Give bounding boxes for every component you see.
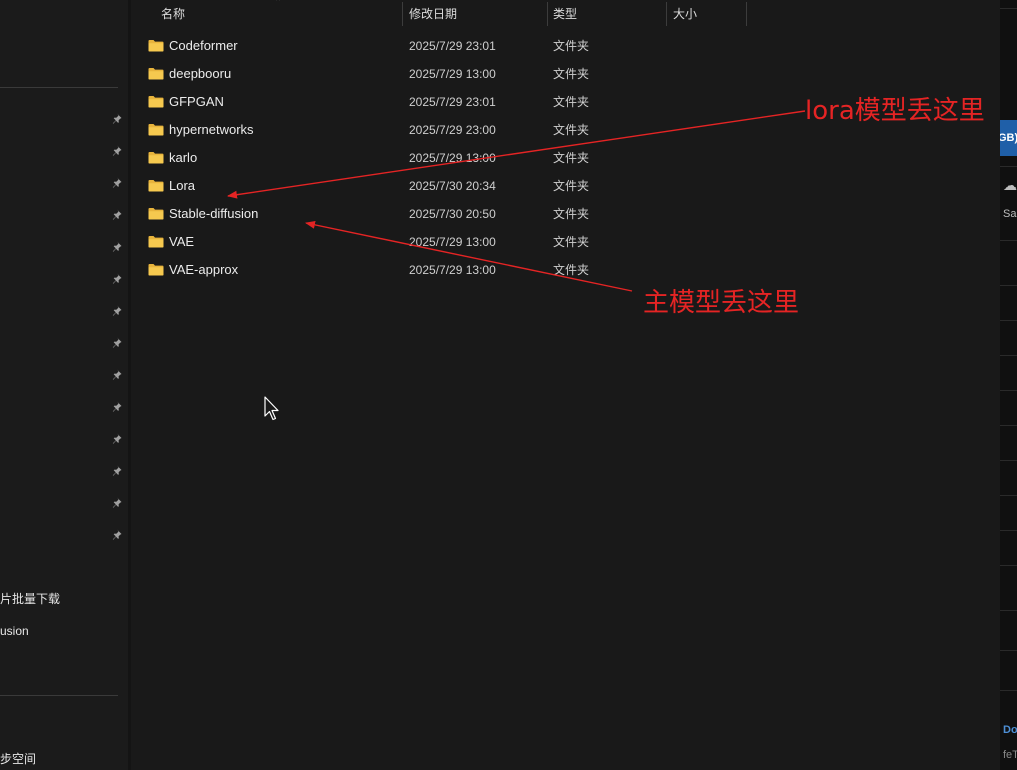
adjacent-window-badge: GB) [1000,120,1017,156]
column-header: ⌃ 名称 修改日期 类型 大小 [131,0,1000,28]
annotation-main-label: 主模型丢这里 [643,288,800,318]
pin-icon[interactable] [112,241,124,253]
pin-icon[interactable] [112,113,124,125]
file-name: hypernetworks [169,122,254,137]
file-modified-date: 2025/7/29 13:00 [409,151,496,165]
folder-icon [148,67,164,80]
file-row[interactable]: Stable-diffusion 2025/7/30 20:50 文件夹 [141,200,741,228]
file-type: 文件夹 [553,263,590,277]
file-modified-date: 2025/7/29 23:01 [409,95,496,109]
column-modified[interactable]: 修改日期 [403,0,547,28]
folder-icon [148,235,164,248]
file-type: 文件夹 [553,123,590,137]
file-name: Codeformer [169,38,238,53]
cloud-icon: ☁ [1003,177,1017,193]
column-separator[interactable] [746,2,747,26]
file-name: deepbooru [169,66,232,81]
annotation-lora-label: lora模型丢这里 [805,96,985,126]
file-row[interactable]: VAE 2025/7/29 13:00 文件夹 [141,228,741,256]
nav-item-diffusion[interactable]: usion [0,622,29,640]
navigation-pane: 片批量下载 usion 步空间 [0,0,128,770]
folder-icon [148,39,164,52]
file-modified-date: 2025/7/30 20:34 [409,179,496,193]
file-row[interactable]: hypernetworks 2025/7/29 23:00 文件夹 [141,116,741,144]
file-modified-date: 2025/7/29 23:01 [409,39,496,53]
file-type: 文件夹 [553,67,590,81]
column-type[interactable]: 类型 [547,0,667,28]
adjacent-window-text: Sa [1003,208,1017,220]
file-name: VAE-approx [169,262,239,277]
adjacent-window-edge: GB) ☁ Sa Do feT [1000,0,1017,770]
file-name: GFPGAN [169,94,224,109]
file-row[interactable]: Lora 2025/7/30 20:34 文件夹 [141,172,741,200]
adjacent-window-link: Do [1003,724,1017,736]
pin-icon[interactable] [112,497,124,509]
file-type: 文件夹 [553,151,590,165]
file-type: 文件夹 [553,179,590,193]
file-type: 文件夹 [553,235,590,249]
folder-icon [148,95,164,108]
file-row[interactable]: deepbooru 2025/7/29 13:00 文件夹 [141,60,741,88]
folder-icon [148,123,164,136]
file-type: 文件夹 [553,39,590,53]
pin-icon[interactable] [112,529,124,541]
nav-item-batch-download[interactable]: 片批量下载 [0,590,60,608]
file-name: VAE [169,234,195,249]
file-modified-date: 2025/7/29 23:00 [409,123,496,137]
pin-icon[interactable] [112,145,124,157]
file-row[interactable]: Codeformer 2025/7/29 23:01 文件夹 [141,32,741,60]
file-name: Lora [169,178,196,193]
file-modified-date: 2025/7/29 13:00 [409,235,496,249]
pin-icon[interactable] [112,433,124,445]
nav-item-sync-space[interactable]: 步空间 [0,750,36,768]
pin-icon[interactable] [112,369,124,381]
folder-icon [148,179,164,192]
pin-icon[interactable] [112,209,124,221]
file-row[interactable]: GFPGAN 2025/7/29 23:01 文件夹 [141,88,741,116]
pin-icon[interactable] [112,465,124,477]
file-modified-date: 2025/7/29 13:00 [409,263,496,277]
file-type: 文件夹 [553,207,590,221]
file-row[interactable]: karlo 2025/7/29 13:00 文件夹 [141,144,741,172]
adjacent-window-text: feT [1003,749,1017,761]
column-size[interactable]: 大小 [667,0,747,28]
pin-icon[interactable] [112,401,124,413]
folder-icon [148,207,164,220]
file-modified-date: 2025/7/29 13:00 [409,67,496,81]
nav-separator [0,87,118,88]
file-modified-date: 2025/7/30 20:50 [409,207,496,221]
folder-icon [148,263,164,276]
file-type: 文件夹 [553,95,590,109]
mouse-pointer-icon [264,396,279,421]
pin-icon[interactable] [112,177,124,189]
pin-icon[interactable] [112,305,124,317]
file-name: Stable-diffusion [169,206,259,221]
file-name: karlo [169,150,198,165]
folder-icon [148,151,164,164]
pin-icon[interactable] [112,273,124,285]
nav-separator [0,695,118,696]
column-name[interactable]: 名称 [155,0,402,28]
pin-icon[interactable] [112,337,124,349]
file-row[interactable]: VAE-approx 2025/7/29 13:00 文件夹 [141,256,741,284]
